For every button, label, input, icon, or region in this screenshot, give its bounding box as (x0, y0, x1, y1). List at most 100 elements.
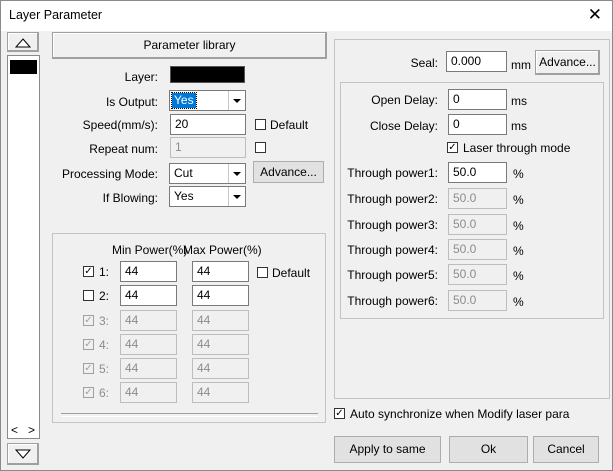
through-power-6-label: Through power6: (347, 294, 438, 308)
seal-input[interactable]: 0.000 (446, 51, 507, 72)
layer-list[interactable] (7, 55, 40, 439)
through-power-2-input[interactable]: 50.0 (448, 188, 507, 209)
power-row-6-label: 6: (99, 386, 110, 400)
through-power-1-unit: % (513, 167, 524, 181)
power-row-5-checkbox[interactable]: ✓ (83, 363, 94, 374)
through-power-3-input[interactable]: 50.0 (448, 214, 507, 235)
close-icon[interactable]: ✕ (588, 4, 602, 26)
min-power-5-input[interactable]: 44 (120, 358, 177, 379)
processing-advance-button[interactable]: Advance... (253, 161, 324, 183)
through-power-3-unit: % (513, 219, 524, 233)
max-power-5-input[interactable]: 44 (192, 358, 249, 379)
chevron-down-icon[interactable] (228, 91, 245, 110)
scroll-left-arrow[interactable]: < (11, 423, 18, 437)
auto-sync-checkbox[interactable]: ✓ (334, 408, 345, 419)
open-delay-label: Open Delay: (371, 93, 438, 107)
check-icon: ✓ (84, 339, 93, 350)
through-power-4-label: Through power4: (347, 243, 438, 257)
power-row-6-checkbox[interactable]: ✓ (83, 387, 94, 398)
power-row-2-checkbox[interactable] (83, 290, 94, 301)
min-power-3-input[interactable]: 44 (120, 310, 177, 331)
seal-advance-button[interactable]: Advance... (535, 50, 600, 75)
through-power-4-input[interactable]: 50.0 (448, 239, 507, 260)
processing-mode-value: Cut (174, 166, 193, 180)
power-default-checkbox[interactable] (257, 267, 268, 278)
repeat-num-input[interactable]: 1 (170, 137, 246, 158)
power-row-3-checkbox[interactable]: ✓ (83, 315, 94, 326)
through-power-1-label: Through power1: (347, 166, 438, 180)
layer-parameter-dialog: Layer Parameter ✕ < > Parameter library … (0, 0, 613, 471)
min-power-1-input[interactable]: 44 (120, 261, 177, 282)
layer-color-box[interactable] (170, 66, 245, 83)
processing-mode-label: Processing Mode: (61, 167, 158, 181)
scroll-right-arrow[interactable]: > (28, 423, 35, 437)
triangle-up-icon (14, 38, 32, 48)
close-delay-input[interactable]: 0 (448, 114, 507, 135)
speed-label: Speed(mm/s): (82, 118, 158, 132)
check-icon: ✓ (84, 363, 93, 374)
min-power-4-input[interactable]: 44 (120, 334, 177, 355)
max-power-2-input[interactable]: 44 (192, 285, 249, 306)
power-row-3-label: 3: (99, 314, 110, 328)
if-blowing-value: Yes (174, 189, 194, 203)
repeat-num-label: Repeat num: (89, 142, 158, 156)
window-title: Layer Parameter (9, 8, 103, 22)
if-blowing-select[interactable]: Yes (169, 186, 246, 207)
through-power-5-unit: % (513, 269, 524, 283)
check-icon: ✓ (335, 408, 344, 419)
power-row-1-checkbox[interactable]: ✓ (83, 266, 94, 277)
divider (61, 413, 318, 417)
apply-to-same-button[interactable]: Apply to same (334, 436, 441, 463)
auto-sync-label: Auto synchronize when Modify laser para (350, 407, 570, 421)
power-row-4-checkbox[interactable]: ✓ (83, 339, 94, 350)
max-power-1-input[interactable]: 44 (192, 261, 249, 282)
through-power-5-input[interactable]: 50.0 (448, 264, 507, 285)
power-default-label: Default (272, 266, 311, 280)
power-row-4-label: 4: (99, 338, 110, 352)
cancel-button[interactable]: Cancel (533, 436, 599, 463)
power-row-5-label: 5: (99, 362, 110, 376)
through-power-6-unit: % (513, 295, 524, 309)
chevron-down-icon[interactable] (228, 187, 245, 206)
move-down-button[interactable] (7, 443, 39, 465)
max-power-3-input[interactable]: 44 (192, 310, 249, 331)
close-delay-unit: ms (511, 119, 527, 133)
is-output-select[interactable]: Yes (169, 90, 246, 111)
through-power-3-label: Through power3: (347, 218, 438, 232)
check-icon: ✓ (84, 315, 93, 326)
max-power-header: Max Power(%) (183, 243, 262, 257)
through-power-6-input[interactable]: 50.0 (448, 290, 507, 311)
layer-color-swatch[interactable] (10, 60, 37, 74)
is-output-label: Is Output: (105, 95, 158, 109)
through-power-5-label: Through power5: (347, 268, 438, 282)
power-row-2-label: 2: (99, 289, 110, 303)
open-delay-input[interactable]: 0 (448, 89, 507, 110)
title-bar: Layer Parameter ✕ (1, 1, 612, 31)
speed-default-label: Default (270, 118, 309, 132)
max-power-4-input[interactable]: 44 (192, 334, 249, 355)
speed-input[interactable]: 20 (170, 114, 246, 135)
repeat-num-checkbox[interactable] (255, 142, 266, 153)
check-icon: ✓ (84, 387, 93, 398)
seal-unit: mm (511, 58, 531, 72)
through-power-1-input[interactable]: 50.0 (448, 162, 507, 183)
seal-label: Seal: (410, 56, 438, 70)
laser-through-mode-checkbox[interactable]: ✓ (447, 142, 458, 153)
min-power-header: Min Power(%) (112, 243, 188, 257)
min-power-2-input[interactable]: 44 (120, 285, 177, 306)
if-blowing-label: If Blowing: (102, 191, 158, 205)
through-power-2-label: Through power2: (347, 192, 438, 206)
through-power-4-unit: % (513, 244, 524, 258)
min-power-6-input[interactable]: 44 (120, 382, 177, 403)
close-delay-label: Close Delay: (369, 119, 438, 133)
check-icon: ✓ (448, 142, 457, 153)
speed-default-checkbox[interactable] (255, 119, 266, 130)
chevron-down-icon[interactable] (228, 164, 245, 183)
max-power-6-input[interactable]: 44 (192, 382, 249, 403)
ok-button[interactable]: Ok (449, 436, 528, 463)
move-up-button[interactable] (7, 32, 39, 52)
triangle-down-icon (14, 449, 32, 459)
is-output-value: Yes (171, 92, 197, 109)
processing-mode-select[interactable]: Cut (169, 163, 246, 184)
parameter-library-button[interactable]: Parameter library (52, 32, 327, 59)
